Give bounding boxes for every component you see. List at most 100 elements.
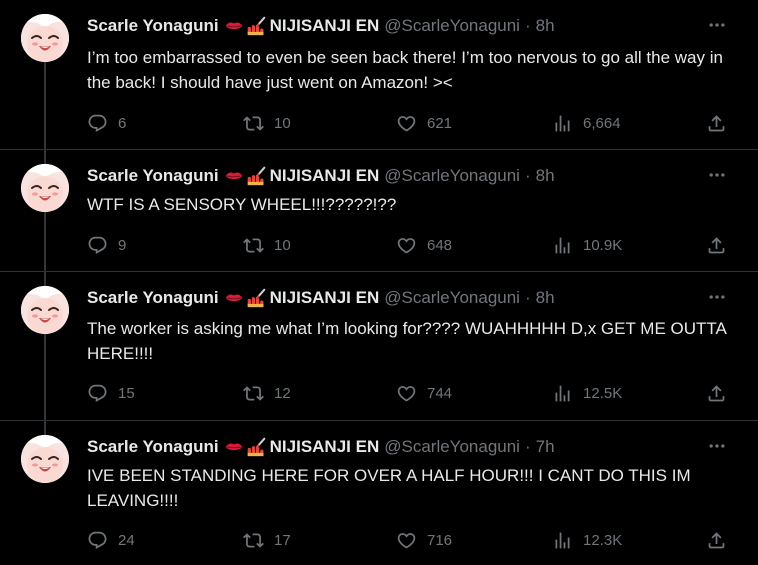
handle[interactable]: @ScarleYonaguni: [384, 166, 520, 186]
more-options-icon[interactable]: [706, 14, 728, 36]
affiliation[interactable]: NIJISANJI EN: [270, 16, 380, 36]
retweet-icon: [243, 530, 264, 551]
thread-line: [44, 62, 46, 149]
share-button[interactable]: [706, 112, 727, 134]
tweet-header: Scarle Yonaguni NIJISANJI EN @ScarleYona…: [87, 164, 555, 188]
share-button[interactable]: [706, 382, 727, 404]
reply-button[interactable]: 6: [87, 112, 126, 134]
more-options-icon[interactable]: [706, 164, 728, 186]
share-icon: [706, 383, 727, 404]
lips-icon: [224, 288, 244, 308]
reply-icon: [87, 383, 108, 404]
more-options-icon[interactable]: [706, 435, 728, 457]
avatar[interactable]: [21, 286, 69, 334]
heart-icon: [396, 530, 417, 551]
share-icon: [706, 530, 727, 551]
separator-dot: ·: [524, 16, 531, 35]
handle[interactable]: @ScarleYonaguni: [384, 437, 520, 457]
avatar[interactable]: [21, 14, 69, 62]
analytics-icon: [552, 235, 573, 256]
tweet-actions: 15 12 744 12.5K: [87, 382, 737, 404]
analytics-icon: [552, 113, 573, 134]
analytics-icon: [552, 530, 573, 551]
nail-polish-icon: [246, 288, 266, 308]
retweet-button[interactable]: 12: [243, 382, 291, 404]
thread-line: [44, 272, 46, 286]
reply-button[interactable]: 15: [87, 382, 135, 404]
reply-count: 15: [118, 384, 135, 402]
views-button[interactable]: 12.3K: [552, 529, 622, 551]
retweet-icon: [243, 383, 264, 404]
retweet-button[interactable]: 10: [243, 112, 291, 134]
tweet-text: IVE BEEN STANDING HERE FOR OVER A HALF H…: [87, 466, 691, 510]
like-button[interactable]: 621: [396, 112, 452, 134]
view-count: 12.3K: [583, 531, 623, 549]
affiliation[interactable]: NIJISANJI EN: [270, 437, 380, 457]
tweet-actions: 24 17 716 12.3K: [87, 529, 737, 551]
timestamp[interactable]: 7h: [536, 437, 555, 457]
reply-count: 24: [118, 531, 135, 549]
display-name[interactable]: Scarle Yonaguni: [87, 288, 219, 308]
tweet-header: Scarle Yonaguni NIJISANJI EN @ScarleYona…: [87, 435, 555, 459]
timestamp[interactable]: 8h: [536, 288, 555, 308]
share-button[interactable]: [706, 529, 727, 551]
tweet[interactable]: Scarle Yonaguni NIJISANJI EN @ScarleYona…: [0, 0, 758, 149]
like-button[interactable]: 716: [396, 529, 452, 551]
share-icon: [706, 235, 727, 256]
tweet[interactable]: Scarle Yonaguni NIJISANJI EN @ScarleYona…: [0, 420, 758, 565]
retweet-icon: [243, 235, 264, 256]
tweet-header: Scarle Yonaguni NIJISANJI EN @ScarleYona…: [87, 14, 555, 38]
handle[interactable]: @ScarleYonaguni: [384, 288, 520, 308]
reply-icon: [87, 113, 108, 134]
tweet[interactable]: Scarle Yonaguni NIJISANJI EN @ScarleYona…: [0, 149, 758, 272]
share-icon: [706, 113, 727, 134]
like-count: 744: [427, 384, 453, 402]
display-name[interactable]: Scarle Yonaguni: [87, 16, 219, 36]
share-button[interactable]: [706, 234, 727, 256]
reply-icon: [87, 235, 108, 256]
lips-icon: [224, 16, 244, 36]
avatar[interactable]: [21, 164, 69, 212]
reply-icon: [87, 530, 108, 551]
view-count: 12.5K: [583, 384, 623, 402]
separator-dot: ·: [524, 288, 531, 307]
retweet-count: 17: [274, 531, 291, 549]
view-count: 10.9K: [583, 236, 623, 254]
heart-icon: [396, 235, 417, 256]
views-button[interactable]: 12.5K: [552, 382, 622, 404]
tweet[interactable]: Scarle Yonaguni NIJISANJI EN @ScarleYona…: [0, 271, 758, 421]
handle[interactable]: @ScarleYonaguni: [384, 16, 520, 36]
retweet-count: 10: [274, 114, 291, 132]
timestamp[interactable]: 8h: [536, 166, 555, 186]
reply-button[interactable]: 24: [87, 529, 135, 551]
nail-polish-icon: [246, 166, 266, 186]
tweet-actions: 9 10 648 10.9K: [87, 234, 737, 256]
timestamp[interactable]: 8h: [536, 16, 555, 36]
like-button[interactable]: 648: [396, 234, 452, 256]
retweet-count: 12: [274, 384, 291, 402]
display-name[interactable]: Scarle Yonaguni: [87, 166, 219, 186]
tweet-text: The worker is asking me what I’m looking…: [87, 319, 726, 363]
more-options-icon[interactable]: [706, 286, 728, 308]
views-button[interactable]: 10.9K: [552, 234, 622, 256]
display-name[interactable]: Scarle Yonaguni: [87, 437, 219, 457]
tweet-header: Scarle Yonaguni NIJISANJI EN @ScarleYona…: [87, 286, 555, 310]
retweet-button[interactable]: 10: [243, 234, 291, 256]
lips-icon: [224, 437, 244, 457]
heart-icon: [396, 113, 417, 134]
lips-icon: [224, 166, 244, 186]
retweet-button[interactable]: 17: [243, 529, 291, 551]
thread-line: [44, 150, 46, 164]
tweet-text: WTF IS A SENSORY WHEEL!!!?????!??: [87, 195, 397, 214]
reply-count: 6: [118, 114, 127, 132]
reply-button[interactable]: 9: [87, 234, 126, 256]
like-button[interactable]: 744: [396, 382, 452, 404]
affiliation[interactable]: NIJISANJI EN: [270, 288, 380, 308]
separator-dot: ·: [524, 437, 531, 456]
retweet-icon: [243, 113, 264, 134]
avatar[interactable]: [21, 435, 69, 483]
retweet-count: 10: [274, 236, 291, 254]
thread-line: [44, 212, 46, 272]
views-button[interactable]: 6,664: [552, 112, 621, 134]
affiliation[interactable]: NIJISANJI EN: [270, 166, 380, 186]
